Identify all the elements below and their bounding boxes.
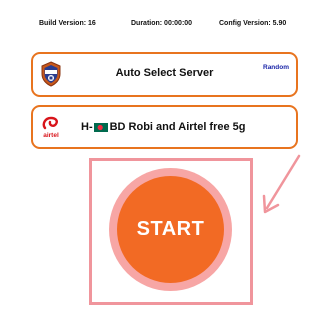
network-label: BD Robi and Airtel free 5g <box>109 121 246 133</box>
random-button[interactable]: Random <box>263 64 289 71</box>
duration-timer: Duration: 00:00:00 <box>131 20 193 27</box>
pointer-arrow-icon <box>262 154 301 214</box>
status-bar: Build Version: 16 Duration: 00:00:00 Con… <box>0 16 317 30</box>
config-version: Config Version: 5.90 <box>219 20 287 27</box>
server-label: Auto Select Server <box>115 67 214 79</box>
bangladesh-flag-icon <box>93 122 108 132</box>
network-selector[interactable]: airtel H- BD Robi and Airtel free 5g <box>31 105 298 149</box>
server-selector[interactable]: Auto Select Server Random <box>31 52 298 97</box>
airtel-swirl-icon <box>42 116 58 130</box>
airtel-logo: airtel <box>40 115 62 139</box>
start-button[interactable]: START <box>117 176 224 283</box>
network-prefix: H- <box>81 121 93 133</box>
network-name: H- BD Robi and Airtel free 5g <box>81 121 246 133</box>
build-version: Build Version: 16 <box>39 20 96 27</box>
airtel-logo-text: airtel <box>43 132 59 139</box>
